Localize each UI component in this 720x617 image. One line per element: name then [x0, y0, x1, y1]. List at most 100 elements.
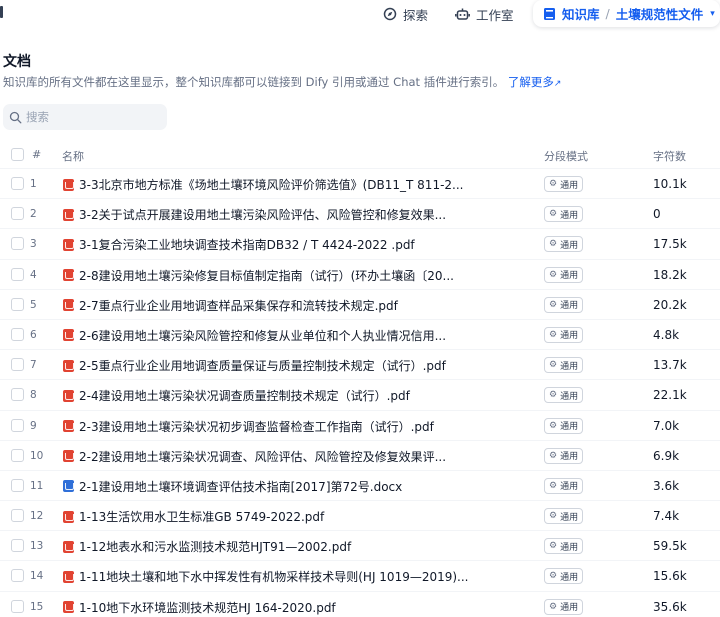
select-all-checkbox[interactable]	[11, 148, 24, 161]
gear-icon: ⚙	[549, 299, 558, 310]
row-checkbox[interactable]	[11, 509, 24, 523]
gear-icon: ⚙	[549, 390, 558, 401]
table-row[interactable]: 14 1-11地块土壤和地下水中挥发性有机物采样技术导则(HJ 1019—201…	[0, 560, 720, 590]
mode-badge: ⚙ 通用	[544, 477, 584, 494]
pdf-file-icon	[63, 540, 74, 553]
file-name[interactable]: 3-3北京市地方标准《场地土壤环境风险评价筛选值》(DB11_T 811-2..…	[63, 176, 463, 193]
table-row[interactable]: 4 2-8建设用地土壤污染修复目标值制定指南（试行）(环办土壤函〔20... ⚙…	[0, 258, 720, 289]
file-name-text: 3-3北京市地方标准《场地土壤环境风险评价筛选值》(DB11_T 811-2..…	[79, 178, 464, 192]
file-name[interactable]: 2-1建设用地土壤环境调查评估技术指南[2017]第72号.docx	[63, 478, 402, 495]
file-name[interactable]: 1-10地下水环境监测技术规范HJ 164-2020.pdf	[63, 599, 336, 616]
file-name[interactable]: 2-6建设用地土壤污染风险管控和修复从业单位和个人执业情况信用...	[63, 327, 446, 344]
row-index: 3	[30, 238, 37, 251]
row-checkbox[interactable]	[11, 599, 24, 613]
file-name-text: 3-1复合污染工业地块调查技术指南DB32 / T 4424-2022 .pdf	[79, 238, 415, 253]
char-count: 6.9k	[653, 448, 680, 463]
external-link-icon: ↗	[553, 79, 562, 89]
file-name[interactable]: 2-8建设用地土壤污染修复目标值制定指南（试行）(环办土壤函〔20...	[63, 267, 454, 284]
mode-badge: ⚙ 通用	[544, 568, 584, 585]
mode-badge: ⚙ 通用	[544, 206, 584, 223]
file-name-text: 1-12地表水和污水监测技术规范HJT91—2002.pdf	[79, 540, 352, 555]
mode-badge-label: 通用	[560, 180, 579, 191]
row-checkbox[interactable]	[11, 267, 24, 281]
file-name-text: 2-8建设用地土壤污染修复目标值制定指南（试行）(环办土壤函〔20...	[79, 268, 454, 283]
file-name[interactable]: 1-12地表水和污水监测技术规范HJT91—2002.pdf	[63, 538, 351, 555]
column-name[interactable]: 名称	[62, 148, 84, 164]
row-index: 5	[30, 298, 37, 311]
table-row[interactable]: 1 3-3北京市地方标准《场地土壤环境风险评价筛选值》(DB11_T 811-2…	[0, 168, 720, 198]
pdf-file-icon	[63, 359, 74, 372]
robot-icon	[455, 7, 470, 21]
file-name-text: 2-6建设用地土壤污染风险管控和修复从业单位和个人执业情况信用...	[79, 328, 447, 343]
document-list: 1 3-3北京市地方标准《场地土壤环境风险评价筛选值》(DB11_T 811-2…	[0, 168, 720, 617]
row-checkbox[interactable]	[11, 177, 24, 190]
mode-badge: ⚙ 通用	[544, 236, 584, 253]
pdf-file-icon	[63, 420, 74, 432]
nav-studio[interactable]: 工作室	[455, 4, 514, 24]
gear-icon: ⚙	[549, 450, 558, 461]
mode-badge-label: 通用	[560, 452, 579, 463]
row-checkbox[interactable]	[11, 388, 24, 402]
column-chars[interactable]: 字符数	[653, 148, 686, 164]
table-row[interactable]: 5 2-7重点行业企业用地调查样品采集保存和流转技术规定.pdf ⚙ 通用 20.…	[0, 288, 720, 319]
row-checkbox[interactable]	[11, 478, 24, 492]
table-row[interactable]: 9 2-3建设用地土壤污染状况初步调查监督检查工作指南（试行）.pdf ⚙ 通用 …	[0, 409, 720, 440]
char-count: 7.0k	[653, 418, 680, 433]
char-count: 18.2k	[653, 267, 687, 282]
file-name[interactable]: 2-3建设用地土壤污染状况初步调查监督检查工作指南（试行）.pdf	[63, 418, 434, 435]
row-checkbox[interactable]	[11, 418, 24, 432]
nav-knowledge[interactable]: 知识库	[543, 4, 600, 23]
row-checkbox[interactable]	[11, 539, 24, 553]
mode-badge: ⚙ 通用	[544, 447, 584, 464]
table-row[interactable]: 13 1-12地表水和污水监测技术规范HJT91—2002.pdf ⚙ 通用 59…	[0, 530, 720, 560]
column-index: #	[32, 148, 42, 161]
row-checkbox[interactable]	[11, 358, 24, 372]
row-index: 11	[30, 479, 44, 492]
file-name[interactable]: 2-2建设用地土壤污染状况调查、风险评估、风险管控及修复效果评...	[63, 448, 446, 465]
mode-badge: ⚙ 通用	[544, 357, 584, 374]
row-checkbox[interactable]	[11, 207, 24, 221]
file-name[interactable]: 3-1复合污染工业地块调查技术指南DB32 / T 4424-2022 .pdf	[63, 236, 415, 253]
pdf-file-icon	[63, 299, 74, 312]
mode-badge-label: 通用	[560, 512, 579, 523]
row-checkbox[interactable]	[11, 448, 24, 462]
table-row[interactable]: 6 2-6建设用地土壤污染风险管控和修复从业单位和个人执业情况信用... ⚙ 通用…	[0, 318, 720, 349]
file-name[interactable]: 2-5重点行业企业用地调查质量保证与质量控制技术规定（试行）.pdf	[63, 357, 446, 374]
file-name[interactable]: 1-13生活饮用水卫生标准GB 5749-2022.pdf	[63, 508, 324, 525]
table-row[interactable]: 15 1-10地下水环境监测技术规范HJ 164-2020.pdf ⚙ 通用 35…	[0, 590, 720, 617]
row-checkbox[interactable]	[11, 327, 24, 341]
file-name[interactable]: 2-7重点行业企业用地调查样品采集保存和流转技术规定.pdf	[63, 297, 398, 314]
gear-icon: ⚙	[549, 571, 558, 582]
mode-badge-label: 通用	[560, 542, 579, 553]
mode-badge-label: 通用	[560, 301, 579, 312]
search-box[interactable]	[3, 104, 167, 130]
nav-explore[interactable]: 探索	[383, 4, 428, 24]
mode-badge-label: 通用	[560, 422, 579, 432]
page-description: 知识库的所有文件都在这里显示，整个知识库都可以链接到 Dify 引用或通过 Ch…	[3, 74, 561, 90]
table-row[interactable]: 12 1-13生活饮用水卫生标准GB 5749-2022.pdf ⚙ 通用 7.4…	[0, 500, 720, 530]
search-input[interactable]	[26, 110, 156, 124]
table-row[interactable]: 3 3-1复合污染工业地块调查技术指南DB32 / T 4424-2022 .p…	[0, 228, 720, 258]
table-row[interactable]: 2 3-2关于试点开展建设用地土壤污染风险评估、风险管控和修复效果... ⚙ 通用…	[0, 198, 720, 228]
row-index: 14	[30, 570, 44, 583]
chevron-down-icon[interactable]: ▾	[710, 9, 715, 19]
row-checkbox[interactable]	[11, 569, 24, 583]
row-checkbox[interactable]	[11, 297, 24, 311]
dataset-selector[interactable]: 土壤规范性文件	[616, 4, 704, 23]
char-count: 59.5k	[653, 539, 687, 554]
learn-more-link[interactable]: 了解更多	[508, 75, 554, 89]
column-mode: 分段模式	[544, 150, 588, 163]
file-name[interactable]: 1-11地块土壤和地下水中挥发性有机物采样技术导则(HJ 1019—2019).…	[63, 568, 469, 585]
table-row[interactable]: 11 2-1建设用地土壤环境调查评估技术指南[2017]第72号.docx ⚙ 通…	[0, 469, 720, 500]
mode-badge-label: 通用	[560, 572, 579, 583]
file-name[interactable]: 3-2关于试点开展建设用地土壤污染风险评估、风险管控和修复效果...	[63, 206, 446, 223]
table-row[interactable]: 7 2-5重点行业企业用地调查质量保证与质量控制技术规定（试行）.pdf ⚙ 通用…	[0, 349, 720, 379]
table-row[interactable]: 10 2-2建设用地土壤污染状况调查、风险评估、风险管控及修复效果评... ⚙ 通…	[0, 439, 720, 470]
file-name-text: 1-13生活饮用水卫生标准GB 5749-2022.pdf	[79, 510, 325, 525]
gear-icon: ⚙	[549, 511, 558, 522]
char-count: 7.4k	[653, 509, 680, 524]
row-checkbox[interactable]	[11, 237, 24, 251]
table-row[interactable]: 8 2-4建设用地土壤污染状况调查质量控制技术规定（试行）.pdf ⚙ 通用 22…	[0, 379, 720, 409]
file-name[interactable]: 2-4建设用地土壤污染状况调查质量控制技术规定（试行）.pdf	[63, 387, 410, 404]
mode-badge-label: 通用	[560, 482, 579, 493]
